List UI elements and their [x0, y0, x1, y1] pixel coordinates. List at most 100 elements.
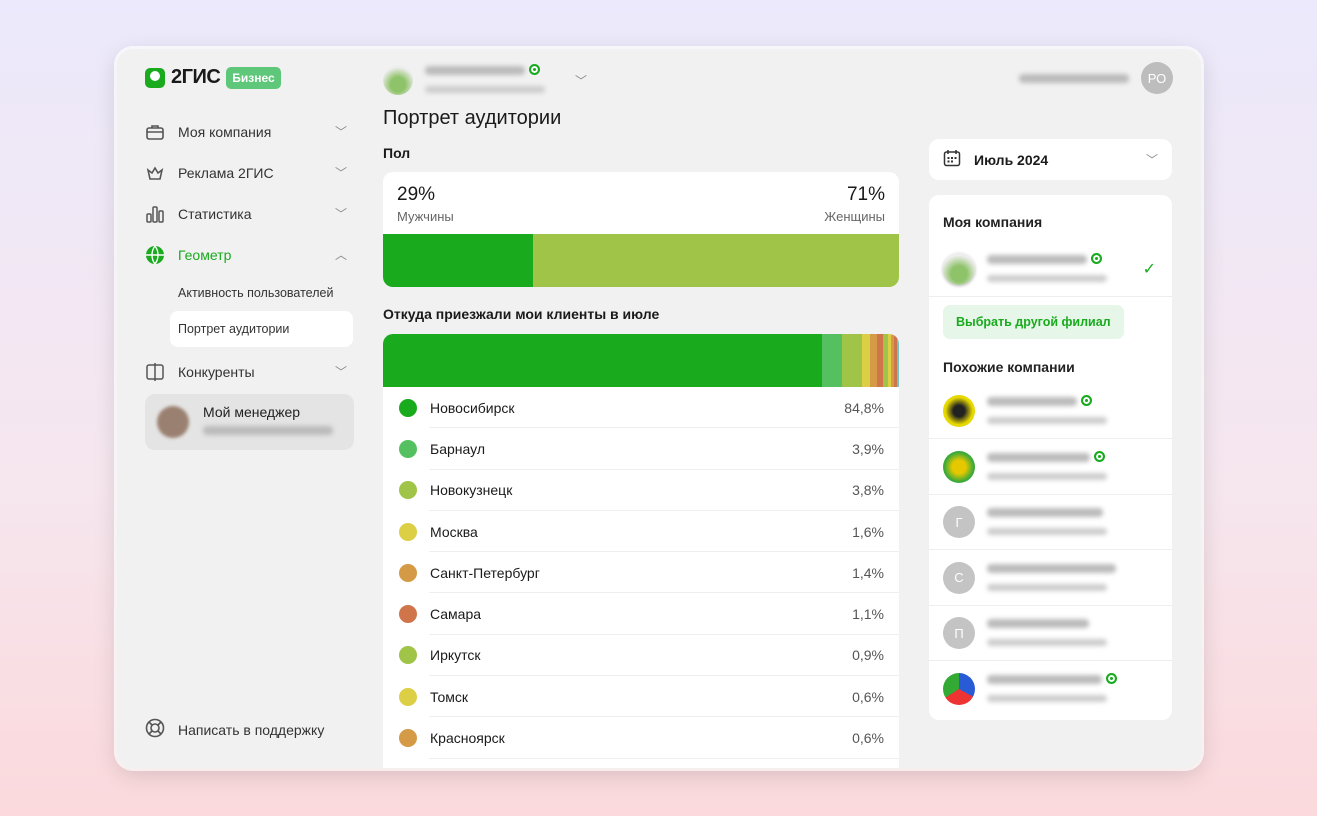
gender-card: 29% Мужчины 71% Женщины [383, 172, 899, 287]
city-percent: 3,8% [852, 482, 884, 499]
verified-crown-icon [1081, 395, 1093, 406]
city-color-dot [399, 398, 417, 417]
sidebar-item-label: Реклама 2ГИС [178, 164, 274, 181]
company-address-blurred [987, 417, 1107, 424]
company-avatar: П [943, 617, 975, 649]
user-menu[interactable]: РО [1019, 62, 1173, 94]
city-percent: 3,9% [852, 440, 884, 457]
company-avatar: С [943, 561, 975, 594]
cities-list: Новосибирск 84,8% Барнаул 3,9% Новокузнецк 3,… [383, 387, 899, 759]
sidebar-item-label: Конкуренты [178, 363, 255, 380]
manager-name-blurred [203, 426, 333, 435]
company-address-blurred [987, 528, 1107, 535]
lifebuoy-icon [145, 718, 165, 741]
date-picker[interactable]: Июль 2024 ﹀ [929, 139, 1172, 180]
city-row: Новокузнецк 3,8% [383, 470, 899, 512]
globe-icon [145, 245, 165, 265]
sidebar-item-label: Геометр [178, 246, 232, 263]
company-avatar [943, 673, 975, 705]
similar-company-item[interactable] [929, 440, 1172, 495]
company-name-blurred [987, 452, 1090, 462]
company-address-blurred [987, 472, 1107, 480]
city-color-dot [399, 563, 417, 582]
city-row: Санкт-Петербург 1,4% [383, 552, 899, 594]
chevron-down-icon: ﹀ [1145, 153, 1158, 167]
choose-branch-button[interactable]: Выбрать другой филиал [943, 305, 1124, 339]
calendar-icon [943, 149, 961, 170]
chevron-down-icon: ﹀ [334, 207, 347, 221]
company-selector[interactable]: ﹀ [383, 62, 587, 98]
male-percent: 29% [397, 184, 436, 205]
similar-companies-heading: Похожие компании [943, 359, 1075, 375]
city-percent: 84,8% [844, 399, 884, 416]
male-label: Мужчины [397, 209, 454, 224]
city-name: Иркутск [430, 647, 481, 664]
female-percent: 71% [846, 184, 885, 205]
chevron-down-icon: ﹀ [334, 125, 347, 139]
company-name-blurred [987, 397, 1077, 406]
sidebar-item-geometer[interactable]: Геометр ︿ [145, 234, 355, 275]
business-badge: Бизнес [226, 66, 281, 89]
female-bar-segment [532, 234, 899, 287]
city-row: Иркутск 0,9% [383, 635, 899, 677]
date-value: Июль 2024 [974, 151, 1049, 168]
sidebar-nav: Моя компания ﹀ Реклама 2ГИС ﹀ Статистика ﹀ … [145, 111, 355, 392]
verified-crown-icon [1106, 673, 1118, 684]
companies-panel: Моя компания ✓ Выбрать другой филиал Пох… [929, 195, 1172, 720]
support-link[interactable]: Написать в поддержку [145, 718, 324, 741]
briefcase-icon [145, 122, 165, 142]
my-manager-card[interactable]: Мой менеджер [145, 394, 354, 450]
city-name: Барнаул [430, 440, 485, 457]
city-color-dot [399, 646, 417, 665]
company-name-blurred [987, 619, 1089, 628]
sidebar-item-competitors[interactable]: Конкуренты ﹀ [145, 351, 355, 392]
company-name-blurred [987, 508, 1103, 517]
similar-company-item[interactable]: П [929, 606, 1172, 661]
sidebar-subitem-audience-portrait[interactable]: Портрет аудитории [170, 311, 353, 347]
page-title: Портрет аудитории [383, 107, 562, 129]
male-bar-segment [383, 234, 533, 287]
company-avatar [943, 253, 975, 285]
company-avatar [943, 450, 975, 483]
city-name: Самара [430, 606, 482, 623]
similar-company-item[interactable]: С [929, 551, 1172, 606]
sidebar-item-ads[interactable]: Реклама 2ГИС ﹀ [145, 152, 355, 193]
verified-crown-icon [529, 64, 541, 75]
city-percent: 0,6% [852, 688, 884, 705]
compare-icon [145, 362, 165, 382]
city-color-dot [399, 687, 417, 706]
city-percent: 0,6% [852, 730, 884, 747]
verified-crown-icon [1094, 450, 1106, 462]
female-label: Женщины [824, 209, 885, 224]
bar-chart-icon [145, 204, 165, 224]
cities-section-label: Откуда приезжали мои клиенты в июле [383, 306, 660, 322]
city-percent: 0,9% [852, 647, 884, 664]
similar-company-item[interactable] [929, 384, 1172, 439]
user-name-blurred [1019, 73, 1129, 83]
city-name: Красноярск [430, 730, 505, 747]
company-avatar [943, 395, 975, 427]
similar-company-item[interactable] [929, 662, 1172, 717]
similar-company-item[interactable]: Г [929, 495, 1172, 550]
check-icon: ✓ [1142, 261, 1156, 278]
sidebar-item-statistics[interactable]: Статистика ﹀ [145, 193, 355, 234]
cities-card: Новосибирск 84,8% Барнаул 3,9% Новокузнецк 3,… [383, 334, 899, 768]
my-company-heading: Моя компания [943, 214, 1043, 230]
city-row: Красноярск 0,6% [383, 717, 899, 759]
company-name-blurred [987, 255, 1087, 264]
sidebar-item-my-company[interactable]: Моя компания ﹀ [145, 111, 355, 152]
logo[interactable]: 2ГИС Бизнес [145, 66, 281, 89]
my-company-item[interactable]: ✓ [929, 242, 1172, 297]
city-row: Москва 1,6% [383, 511, 899, 553]
company-name-blurred [425, 66, 525, 75]
city-row: Самара 1,1% [383, 593, 899, 636]
company-avatar [383, 65, 413, 95]
sidebar-subitem-user-activity[interactable]: Активность пользователей [145, 275, 355, 311]
logo-text: 2ГИС [171, 66, 221, 88]
city-color-dot [399, 522, 417, 541]
cities-stacked-bar [383, 334, 899, 387]
stack-segment [842, 334, 862, 387]
city-name: Санкт-Петербург [430, 564, 540, 581]
city-percent: 1,1% [852, 606, 884, 623]
city-row: Томск 0,6% [383, 676, 899, 718]
